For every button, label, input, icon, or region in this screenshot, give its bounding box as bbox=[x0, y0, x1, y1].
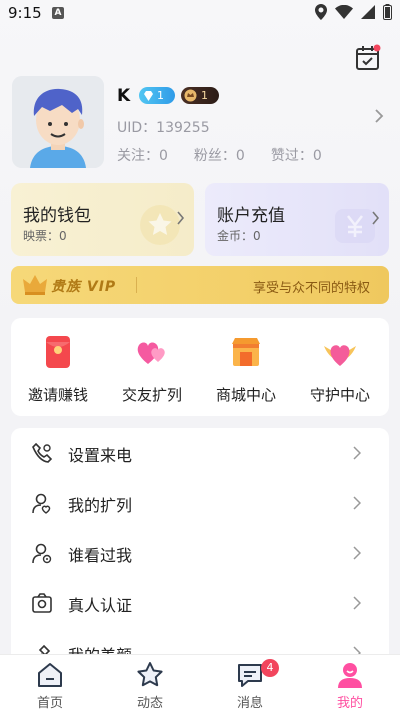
stat-fans[interactable]: 粉丝：0 bbox=[194, 145, 245, 165]
noble-badge-value: 1 bbox=[201, 89, 208, 102]
messages-unread-badge: 4 bbox=[261, 659, 279, 677]
menu-row-my-friends[interactable]: 我的扩列 bbox=[11, 478, 389, 528]
calendar-icon bbox=[356, 44, 381, 70]
phone-settings-icon bbox=[32, 442, 53, 463]
chevron-right-icon bbox=[353, 596, 361, 610]
hearts-icon bbox=[137, 342, 165, 364]
battery-icon bbox=[383, 4, 392, 20]
level-badge-value: 1 bbox=[157, 89, 164, 102]
quick-invite-earn[interactable]: 邀请赚钱 bbox=[11, 318, 105, 416]
profile-icon bbox=[338, 663, 362, 688]
settings-menu-list: 设置来电 我的扩列 谁看过我 真人认证 我的美颜 bbox=[11, 428, 389, 668]
wallet-card[interactable]: 我的钱包 映票：0 bbox=[11, 183, 194, 256]
level-badge: 1 bbox=[139, 87, 175, 104]
status-bar: 9:15 A bbox=[0, 0, 400, 28]
tab-mine[interactable]: 我的 bbox=[300, 655, 400, 711]
wallet-chevron-right-icon bbox=[177, 211, 185, 225]
crown-medal-icon bbox=[184, 89, 197, 102]
location-icon bbox=[315, 4, 327, 20]
chevron-right-icon bbox=[353, 496, 361, 510]
recharge-chevron-right-icon bbox=[372, 211, 380, 225]
noble-badge: 1 bbox=[181, 87, 219, 104]
profile-chevron-right-icon[interactable] bbox=[373, 108, 385, 124]
nickname: K bbox=[117, 86, 131, 106]
signal-icon bbox=[361, 5, 375, 19]
tab-messages[interactable]: 4 消息 bbox=[200, 655, 300, 711]
recharge-coins: 金币：0 bbox=[217, 229, 261, 243]
shop-icon bbox=[232, 338, 260, 366]
checkin-calendar-button[interactable] bbox=[354, 44, 382, 72]
chevron-right-icon bbox=[353, 546, 361, 560]
crown-icon bbox=[23, 275, 47, 295]
avatar-cartoon-image bbox=[12, 76, 104, 168]
uid-text: UID：139255 bbox=[117, 120, 210, 136]
avatar[interactable] bbox=[12, 76, 104, 168]
wifi-icon bbox=[335, 5, 353, 19]
camera-id-icon bbox=[32, 593, 52, 613]
tab-feed[interactable]: 动态 bbox=[100, 655, 200, 711]
chevron-right-icon bbox=[353, 446, 361, 460]
menu-row-call-settings[interactable]: 设置来电 bbox=[11, 428, 389, 478]
user-heart-icon bbox=[32, 493, 51, 514]
guard-heart-icon bbox=[324, 345, 356, 366]
vip-divider bbox=[136, 277, 137, 293]
vip-label: 贵族 VIP bbox=[51, 279, 117, 295]
quick-shop-center[interactable]: 商城中心 bbox=[199, 318, 293, 416]
bottom-tab-bar: 首页 动态 4 消息 我的 bbox=[0, 654, 400, 711]
menu-row-who-viewed-me[interactable]: 谁看过我 bbox=[11, 528, 389, 578]
red-envelope-icon bbox=[46, 336, 70, 368]
stat-likes[interactable]: 赞过：0 bbox=[271, 145, 322, 165]
wallet-title: 我的钱包 bbox=[23, 206, 91, 226]
quick-actions-panel: 邀请赚钱 交友扩列 商城中心 守护中心 bbox=[11, 318, 389, 416]
notification-a-icon: A bbox=[52, 7, 64, 19]
quick-guard-center[interactable]: 守护中心 bbox=[293, 318, 387, 416]
tab-home[interactable]: 首页 bbox=[0, 655, 100, 711]
home-icon bbox=[38, 663, 62, 687]
stat-following[interactable]: 关注：0 bbox=[117, 145, 168, 165]
menu-row-real-verify[interactable]: 真人认证 bbox=[11, 578, 389, 628]
diamond-icon bbox=[144, 90, 153, 101]
profile-stats: 关注：0 粉丝：0 赞过：0 bbox=[117, 145, 348, 165]
star-icon bbox=[137, 662, 163, 687]
recharge-card[interactable]: 账户充值 金币：0 bbox=[205, 183, 389, 256]
wallet-tickets: 映票：0 bbox=[23, 229, 67, 243]
quick-make-friends[interactable]: 交友扩列 bbox=[105, 318, 199, 416]
status-time: 9:15 bbox=[8, 4, 42, 22]
user-eye-icon bbox=[32, 543, 52, 564]
recharge-yuan-icon bbox=[335, 209, 375, 243]
vip-banner[interactable]: 贵族 VIP 享受与众不同的特权 bbox=[11, 266, 389, 304]
wallet-star-coin-icon bbox=[140, 205, 180, 245]
vip-description: 享受与众不同的特权 bbox=[252, 281, 370, 296]
recharge-title: 账户充值 bbox=[217, 206, 285, 226]
chat-icon bbox=[238, 664, 262, 687]
